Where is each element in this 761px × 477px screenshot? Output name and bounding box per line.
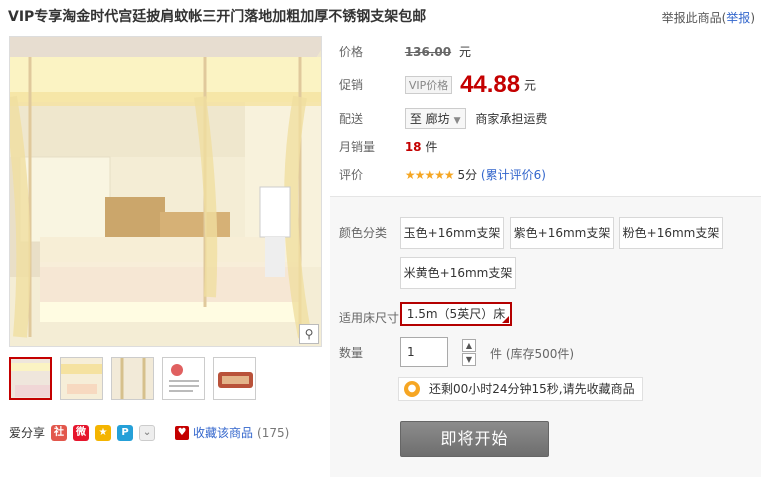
countdown-tip: ● 还剩00小时24分钟15秒,请先收藏商品 [398, 377, 643, 401]
thumbnail-2[interactable] [60, 357, 103, 400]
favorite-area: ♥ 收藏该商品 (175) [175, 424, 289, 441]
qty-increase-icon[interactable]: ▲ [462, 339, 476, 352]
bed-canopy-illustration [10, 37, 321, 346]
shipping-note: 商家承担运费 [475, 112, 548, 126]
shipping-row: 配送 至 廊坊 ▼ 商家承担运费 [339, 108, 547, 129]
price-label: 价格 [339, 45, 364, 59]
promo-label: 促销 [339, 77, 364, 92]
zoom-icon[interactable]: ⚲ [299, 324, 319, 344]
rating-label: 评价 [339, 168, 364, 182]
size-label: 适用床尺寸 [339, 311, 400, 325]
color-label: 颜色分类 [339, 226, 388, 240]
report-text: 举报此商品( [661, 11, 727, 25]
rating-link[interactable]: (累计评价6) [481, 168, 546, 182]
thumbnail-4[interactable] [162, 357, 205, 400]
location-select[interactable]: 至 廊坊 ▼ [404, 108, 466, 129]
qzone-icon[interactable]: ★ [95, 424, 112, 441]
rating-score: 5分 [457, 168, 478, 182]
stock-info: 件 (库存500件) [490, 347, 575, 361]
report-link[interactable]: 举报 [726, 11, 750, 25]
thumbnail-3[interactable] [111, 357, 154, 400]
share-row: 爱分享 社 微 ★ P ⌄ ♥ 收藏该商品 (175) [9, 424, 289, 441]
original-price: 136.00 [404, 45, 452, 59]
share-more-icon[interactable]: P [117, 424, 134, 441]
sku-color-1[interactable]: 玉色+16mm支架 [400, 217, 504, 249]
main-product-image: ⚲ [9, 36, 322, 347]
report-area: 举报此商品(举报) [662, 9, 755, 26]
shipping-label: 配送 [339, 112, 364, 126]
sku-color-4[interactable]: 米黄色+16mm支架 [400, 257, 516, 289]
sales-count: 18 [404, 140, 422, 154]
favorite-icon[interactable]: ♥ [175, 425, 190, 440]
qty-decrease-icon[interactable]: ▼ [462, 353, 476, 366]
product-title: VIP专享淘金时代宫廷披肩蚊帐三开门落地加粗加厚不锈钢支架包邮 [8, 9, 427, 25]
thumbnail-strip [9, 357, 256, 400]
chevron-down-icon: ▼ [453, 116, 461, 126]
thumbnail-5[interactable] [213, 357, 256, 400]
promo-unit: 元 [523, 78, 536, 93]
bulb-icon: ● [404, 381, 420, 397]
buy-button[interactable]: 即将开始 [400, 421, 549, 457]
weibo-icon[interactable]: 微 [73, 424, 90, 441]
sales-unit: 件 [425, 140, 438, 154]
report-close: ) [750, 11, 755, 25]
share-site-icon[interactable]: 社 [51, 424, 68, 441]
rating-stars-icon: ★★★★★ [404, 168, 455, 182]
favorite-count: (175) [257, 425, 290, 440]
location-value: 至 廊坊 [409, 112, 450, 126]
sales-label: 月销量 [339, 140, 376, 154]
price-unit: 元 [458, 45, 471, 59]
quantity-input[interactable] [400, 337, 448, 367]
chevron-down-icon[interactable]: ⌄ [139, 424, 156, 441]
rating-row: 评价 ★★★★★ 5分 (累计评价6) [339, 166, 546, 183]
qty-label: 数量 [339, 346, 364, 360]
promo-price: 44.88 [460, 71, 521, 98]
favorite-link[interactable]: 收藏该商品 [193, 424, 253, 441]
sku-size-selected[interactable]: 1.5m（5英尺）床 [400, 302, 512, 326]
selected-check-icon [502, 316, 509, 323]
price-row: 价格 136.00 元 [339, 43, 471, 60]
countdown-text: 还剩00小时24分钟15秒,请先收藏商品 [429, 382, 635, 396]
size-value: 1.5m（5英尺）床 [406, 307, 506, 321]
vip-price-tag: VIP价格 [404, 76, 453, 94]
sku-color-3[interactable]: 粉色+16mm支架 [619, 217, 723, 249]
thumbnail-1[interactable] [9, 357, 52, 400]
promo-row: 促销 VIP价格 44.88 元 [339, 71, 536, 99]
sku-color-2[interactable]: 紫色+16mm支架 [510, 217, 614, 249]
sales-row: 月销量 18 件 [339, 138, 437, 155]
share-label: 爱分享 [9, 426, 46, 440]
